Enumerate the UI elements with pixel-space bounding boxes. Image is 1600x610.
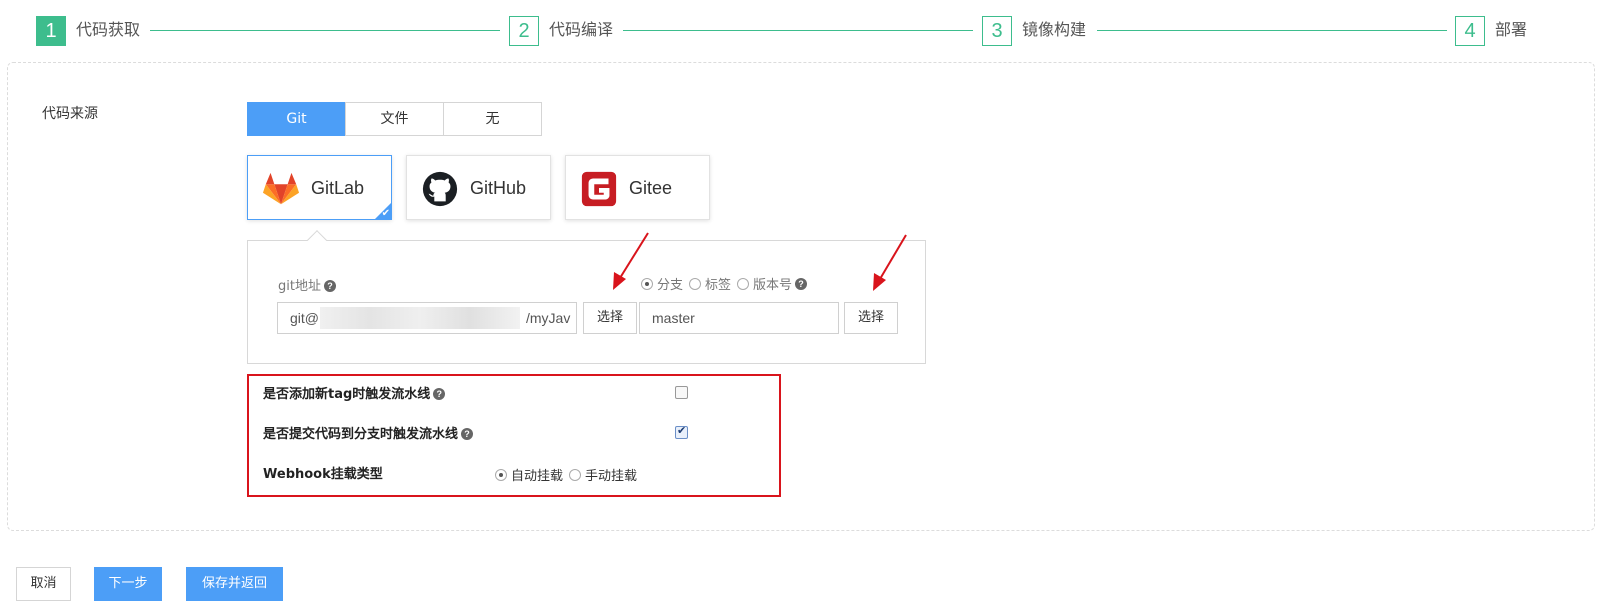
help-icon[interactable]: ?: [795, 277, 808, 290]
ref-type-version-label: 版本号: [753, 278, 793, 293]
radio-icon[interactable]: [737, 277, 750, 290]
branch-input[interactable]: master: [639, 302, 839, 334]
check-icon: ✔: [381, 208, 390, 219]
webhook-auto-option[interactable]: 自动挂载: [495, 465, 563, 484]
github-icon: [422, 171, 458, 207]
help-icon[interactable]: ?: [433, 388, 446, 400]
step-2-label[interactable]: 代码编译: [549, 19, 613, 41]
webhook-manual-label: 手动挂载: [585, 469, 638, 484]
commit-trigger-checkbox[interactable]: [675, 424, 688, 439]
stepper: 1 代码获取 2 代码编译 3 镜像构建 4 部署: [0, 0, 1600, 60]
tag-trigger-label: 是否添加新tag时触发流水线?: [263, 383, 446, 402]
webhook-auto-label: 自动挂载: [511, 469, 564, 484]
choose-repo-button[interactable]: 选择: [583, 302, 637, 334]
provider-name-gitlab: GitLab: [311, 178, 365, 198]
step-3-label[interactable]: 镜像构建: [1022, 19, 1086, 41]
commit-trigger-text: 是否提交代码到分支时触发流水线: [263, 427, 459, 442]
git-address-prefix: git@: [290, 310, 319, 326]
step-4-label[interactable]: 部署: [1495, 19, 1527, 41]
radio-icon[interactable]: [689, 277, 702, 290]
git-address-label-text: git地址: [278, 279, 321, 294]
webhook-type-label: Webhook挂载类型: [263, 467, 383, 482]
step-3-number[interactable]: 3: [982, 16, 1012, 46]
step-4-number[interactable]: 4: [1455, 16, 1485, 46]
ref-type-branch[interactable]: 分支: [641, 274, 683, 293]
git-address-label: git地址?: [278, 275, 336, 294]
provider-card-github[interactable]: GitHub: [406, 155, 551, 220]
code-source-label: 代码来源: [42, 106, 98, 122]
ref-type-branch-label: 分支: [657, 278, 684, 293]
radio-icon[interactable]: [569, 468, 582, 481]
help-icon[interactable]: ?: [461, 428, 474, 440]
source-tab-none[interactable]: 无: [443, 102, 542, 136]
ref-type-tag-label: 标签: [705, 278, 732, 293]
commit-trigger-label: 是否提交代码到分支时触发流水线?: [263, 423, 474, 442]
save-and-return-button[interactable]: 保存并返回: [186, 567, 283, 601]
choose-branch-button[interactable]: 选择: [844, 302, 898, 334]
radio-icon[interactable]: [495, 468, 507, 481]
provider-name-gitee: Gitee: [629, 178, 673, 198]
next-step-button[interactable]: 下一步: [94, 567, 162, 601]
step-connector: [623, 30, 973, 31]
source-type-tabs: Git 文件 无: [247, 102, 542, 136]
webhook-type-radios: 自动挂载 手动挂载: [495, 465, 643, 484]
provider-name-github: GitHub: [470, 178, 527, 198]
help-icon[interactable]: ?: [323, 280, 336, 292]
step-2-number[interactable]: 2: [509, 16, 539, 46]
step-connector: [150, 30, 500, 31]
ref-type-version[interactable]: 版本号?: [737, 274, 808, 293]
git-address-input[interactable]: git@ /myJav: [277, 302, 577, 334]
ref-type-tag[interactable]: 标签: [689, 274, 731, 293]
step-1-label[interactable]: 代码获取: [76, 19, 140, 41]
tag-trigger-text: 是否添加新tag时触发流水线: [263, 387, 431, 402]
provider-card-gitee[interactable]: Gitee: [565, 155, 710, 220]
source-tab-git[interactable]: Git: [247, 102, 346, 136]
step-1-number[interactable]: 1: [36, 16, 66, 46]
provider-card-gitlab[interactable]: GitLab ✔: [247, 155, 392, 220]
gitlab-icon: [262, 172, 300, 205]
tag-trigger-checkbox[interactable]: [675, 386, 688, 399]
source-tab-file[interactable]: 文件: [345, 102, 444, 136]
gitee-icon: [581, 171, 617, 207]
git-address-tail: /myJav: [526, 310, 571, 326]
webhook-manual-option[interactable]: 手动挂载: [569, 465, 637, 484]
cancel-button[interactable]: 取消: [16, 567, 71, 601]
radio-icon[interactable]: [641, 277, 653, 290]
redacted-blur: [320, 307, 520, 329]
ref-type-radios: 分支 标签 版本号?: [641, 274, 813, 293]
step-connector: [1097, 30, 1447, 31]
